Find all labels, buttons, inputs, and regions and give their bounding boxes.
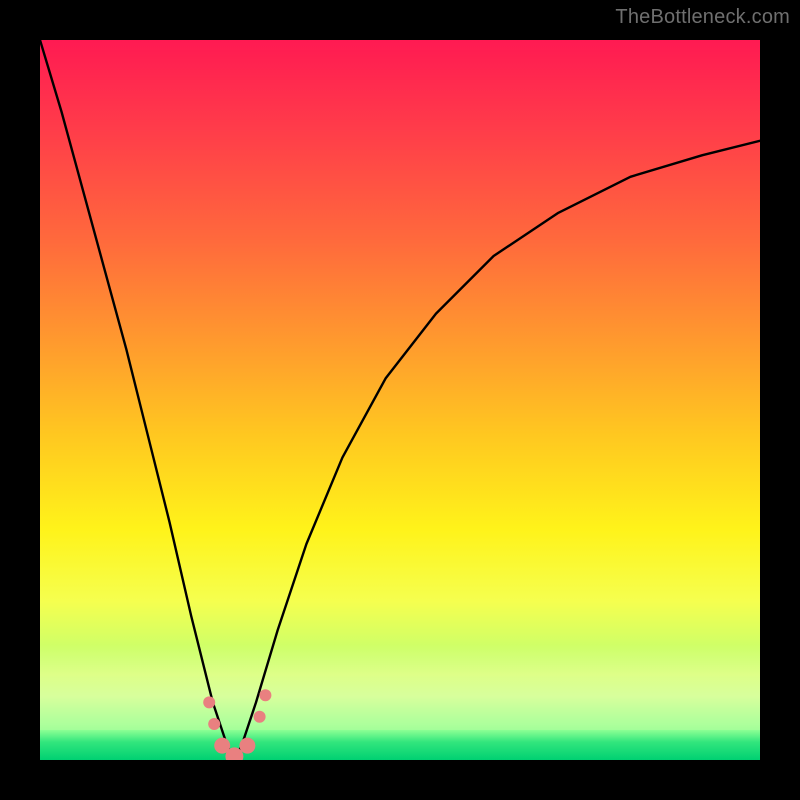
marker-dot	[203, 696, 215, 708]
plot-area	[40, 40, 760, 760]
marker-dot	[239, 738, 255, 754]
marker-dot	[259, 689, 271, 701]
curve-markers	[40, 40, 760, 760]
watermark-text: TheBottleneck.com	[615, 6, 790, 29]
marker-dot	[208, 718, 220, 730]
marker-dot	[254, 711, 266, 723]
chart-frame: TheBottleneck.com	[0, 0, 800, 800]
